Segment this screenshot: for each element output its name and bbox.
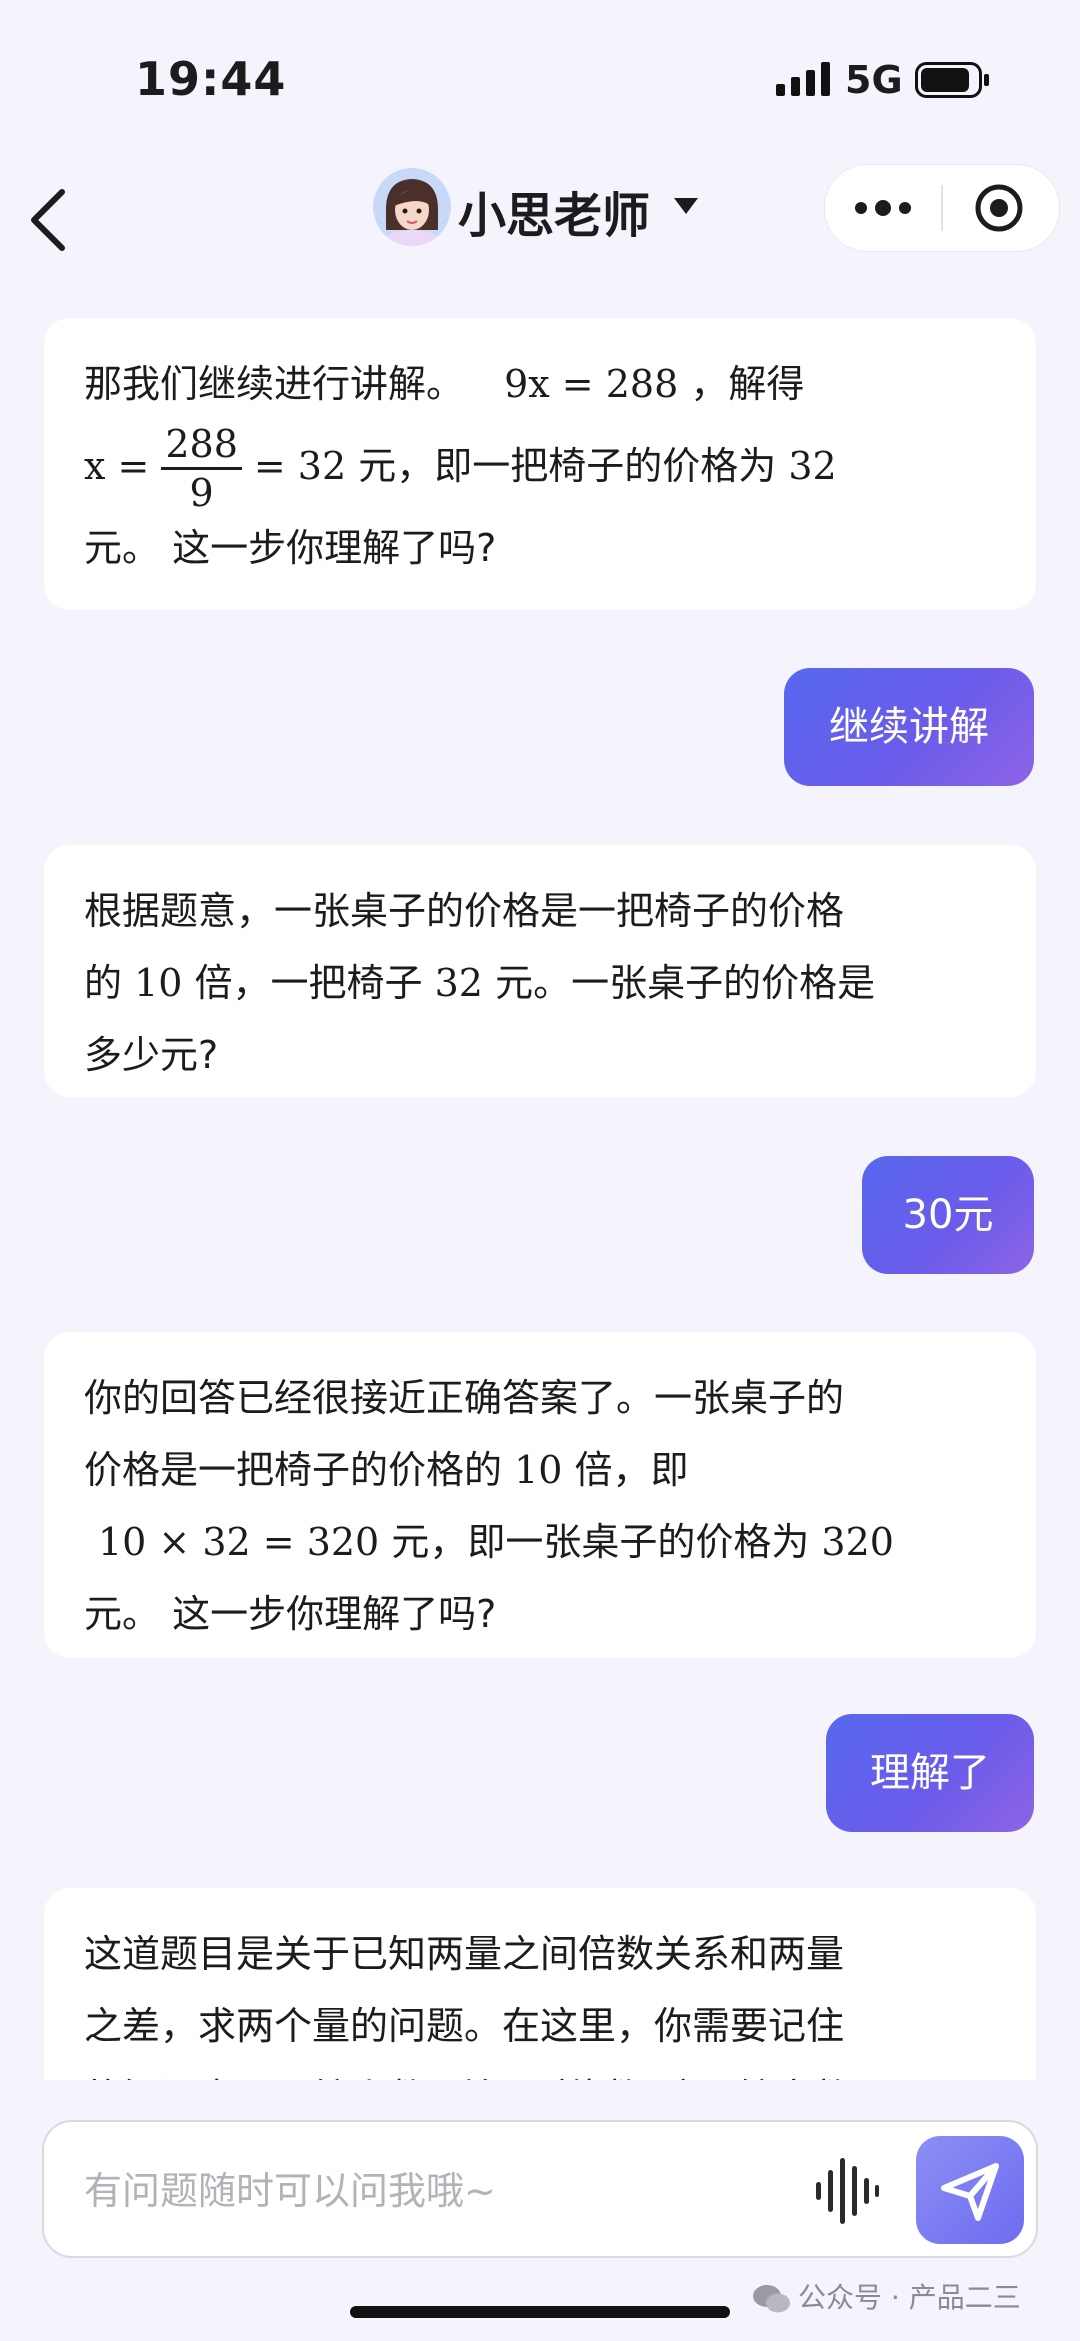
message-text: 那我们继续进行讲解。: [84, 362, 465, 406]
more-dots-icon: [855, 200, 911, 216]
dropdown-caret-icon[interactable]: [672, 196, 700, 216]
math-expression: 10 × 32 = 320: [98, 1520, 380, 1564]
send-icon: [941, 2163, 999, 2221]
message-line: 多少元?: [84, 1033, 219, 1077]
message-line: 之差，求两个量的问题。在这里，你需要记住: [84, 2004, 845, 2048]
more-button[interactable]: [825, 165, 940, 251]
math-expression: 9x = 288: [504, 362, 679, 406]
nav-bar: 小思老师: [0, 160, 1080, 300]
fraction-denominator: 9: [189, 471, 214, 515]
math-expression: x =: [84, 444, 150, 488]
math-expression: 320: [821, 1520, 894, 1564]
message-text: 元。一张桌子的价格是: [482, 961, 876, 1005]
send-button[interactable]: [916, 2136, 1024, 2244]
message-input[interactable]: 有问题随时可以问我哦~: [84, 2160, 496, 2215]
fraction-numerator: 288: [161, 421, 242, 470]
math-expression: 32: [434, 961, 483, 1005]
voice-wave-icon[interactable]: [814, 2156, 880, 2226]
watermark: 公众号 · 产品二三: [752, 2276, 1021, 2316]
user-message: 理解了: [826, 1714, 1034, 1832]
message-text: 价格是一把椅子的价格的: [84, 1448, 515, 1492]
message-line: 元。 这一步你理解了吗?: [84, 1592, 497, 1636]
back-arrow-icon[interactable]: [20, 182, 80, 258]
message-line: 那我们继续进行讲解。 9x = 288 ，解得: [84, 348, 996, 420]
ai-message: 那我们继续进行讲解。 9x = 288 ，解得 x = 288 9 = 32 元，即一…: [44, 318, 1036, 610]
home-indicator[interactable]: [350, 2306, 730, 2318]
status-bar: 19:44 5G: [0, 0, 1080, 160]
ai-message: 这道题目是关于已知两量之间倍数关系和两量 之差，求两个量的问题。在这里，你需要记…: [44, 1888, 1036, 2080]
user-message: 30元: [862, 1156, 1034, 1274]
math-expression: = 32: [253, 444, 347, 488]
message-line: 的 10 倍，一把椅子 32 元。一张桌子的价格是: [84, 947, 996, 1019]
message-text: 元，即一张桌子的价格为: [379, 1520, 822, 1564]
ai-message: 你的回答已经很接近正确答案了。一张桌子的 价格是一把椅子的价格的 10 倍，即 …: [44, 1332, 1036, 1658]
message-line: 价格是一把椅子的价格的 10 倍，即: [84, 1434, 996, 1506]
message-line: 这道题目是关于已知两量之间倍数关系和两量: [84, 1932, 845, 1976]
message-text: 倍，即: [562, 1448, 689, 1492]
signal-icon: [776, 62, 830, 96]
mini-program-capsule: [824, 164, 1060, 252]
user-message: 继续讲解: [784, 668, 1034, 786]
message-text: 的: [84, 961, 135, 1005]
status-time: 19:44: [135, 52, 287, 106]
chat-list[interactable]: 那我们继续进行讲解。 9x = 288 ，解得 x = 288 9 = 32 元，即一…: [0, 300, 1080, 2080]
chat-input-bar[interactable]: 有问题随时可以问我哦~: [42, 2120, 1038, 2258]
close-miniprogram-button[interactable]: [943, 165, 1059, 251]
math-expression: 10: [514, 1448, 563, 1492]
message-line: 的知识点是：较小数=差÷（倍数-1），较大数: [84, 2062, 996, 2080]
ai-message: 根据题意，一张桌子的价格是一把椅子的价格 的 10 倍，一把椅子 32 元。一张…: [44, 845, 1036, 1097]
page-title[interactable]: 小思老师: [458, 176, 650, 246]
battery-icon: [915, 62, 989, 98]
wechat-icon: [753, 2285, 790, 2313]
message-line: x = 288 9 = 32 元，即一把椅子的价格为 32: [84, 420, 996, 515]
message-line: 你的回答已经很接近正确答案了。一张桌子的: [84, 1376, 845, 1420]
target-icon: [975, 184, 1023, 232]
math-expression: 32: [788, 444, 837, 488]
message-line: 10 × 32 = 320 元，即一张桌子的价格为 320: [84, 1506, 996, 1578]
watermark-text: 公众号 · 产品二三: [798, 2281, 1021, 2314]
message-text: ，解得: [690, 362, 805, 406]
network-label: 5G: [845, 58, 903, 102]
math-fraction: 288 9: [161, 421, 242, 516]
message-text: 倍，一把椅子: [182, 961, 435, 1005]
message-line: 元。 这一步你理解了吗?: [84, 526, 497, 570]
message-line: 根据题意，一张桌子的价格是一把椅子的价格: [84, 889, 845, 933]
math-expression: 10: [134, 961, 183, 1005]
avatar[interactable]: [373, 168, 451, 246]
message-text: 元，即一把椅子的价格为: [346, 444, 789, 488]
